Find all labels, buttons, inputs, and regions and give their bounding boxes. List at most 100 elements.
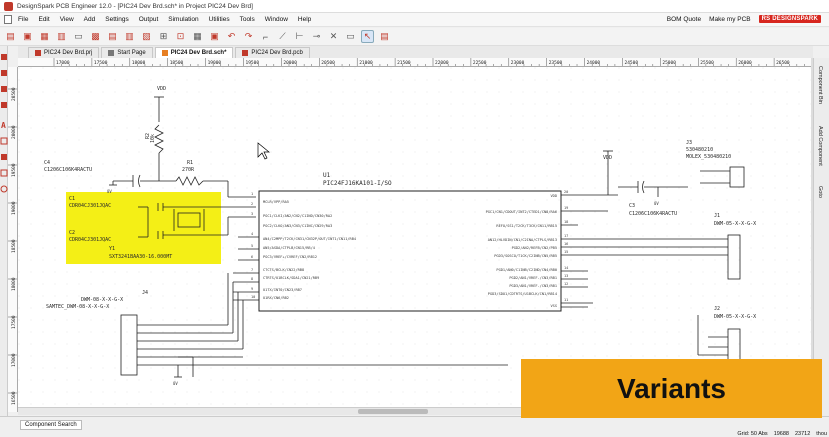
tab-pcb[interactable]: PIC24 Dev Brd.pcb <box>235 47 310 58</box>
pin-num-4: 4 <box>251 232 253 236</box>
r1-value: 270R <box>182 167 195 173</box>
pin-num-14: 14 <box>564 266 568 270</box>
y-readout: 23712 <box>794 431 811 437</box>
ruler-left-label: 20500 <box>11 87 17 101</box>
gnd-label-c3: 0V <box>654 201 659 206</box>
j3-ref: J3 <box>686 140 692 146</box>
bom-quote-link[interactable]: BOM Quote <box>667 16 701 23</box>
cut-icon[interactable]: ▤ <box>106 30 119 43</box>
tab-project[interactable]: PIC24 Dev Brd.prj <box>28 47 100 58</box>
menu-bar: File Edit View Add Settings Output Simul… <box>0 13 829 27</box>
c2-value: CDR04CJ301JQAC <box>69 237 111 243</box>
ruler-top-label: 18000 <box>132 60 146 66</box>
ic-pin-left-2: PGC1/CLKI/AN2/CN2/C1IND/CN30/RA2 <box>263 214 332 218</box>
library-icon[interactable]: ▥ <box>55 30 68 43</box>
c1-ref: C1 <box>69 196 75 202</box>
zoom-icon[interactable]: ⊞ <box>157 30 170 43</box>
grid-icon[interactable]: ▦ <box>191 30 204 43</box>
schematic-canvas[interactable]: VDD R2 10k R1 270R C4 C1206C106K4RACTU C… <box>18 67 811 407</box>
y1-ref: Y1 <box>109 246 115 252</box>
ruler-top-label: 18500 <box>170 60 184 66</box>
ruler-top-label: 22000 <box>435 60 449 66</box>
tool-bus-icon <box>1 102 7 108</box>
goto-tab[interactable]: Goto <box>817 186 823 198</box>
redo-icon[interactable]: ↷ <box>242 30 255 43</box>
undo-icon[interactable]: ↶ <box>225 30 238 43</box>
page-icon <box>108 50 115 56</box>
title-bar: DesignSpark PCB Engineer 12.0 - [PIC24 D… <box>0 0 829 13</box>
ic-pin-right-7: PGD1/AN0/C1INB/C2IND/CN4/RB0 <box>496 268 557 272</box>
status-readouts: Grid: 50 Abs 19688 23712 thou <box>737 431 827 437</box>
ic-pin-left-9: U1TX/INT0/CN23/RB7 <box>263 288 302 292</box>
new-design-icon[interactable]: ▣ <box>21 30 34 43</box>
more-tools-icon[interactable]: ▤ <box>378 30 391 43</box>
pin-num-10: 10 <box>251 295 255 299</box>
c3-ref: C3 <box>629 203 635 209</box>
pin-num-6: 6 <box>251 255 253 259</box>
new-file-icon[interactable]: ▤ <box>4 30 17 43</box>
component-search-tab[interactable]: Component Search <box>20 420 82 430</box>
pin-num-9: 9 <box>251 287 253 291</box>
ic-pin-right-8: PGD2/AN1/VREF-/CN3/RB1 <box>509 276 557 280</box>
ic-pin-left-3: PGC2/CLKO/AN3/CN3/C1INC/CN29/RA3 <box>263 224 332 228</box>
variants-banner: Variants <box>521 359 822 418</box>
j1-value: DWM-05-X-X-G-X <box>714 221 756 227</box>
j4-value: DWM-08-X-X-G-X <box>81 297 123 303</box>
properties-icon[interactable]: ▭ <box>344 30 357 43</box>
component-bin-tab[interactable]: Component Bin <box>817 66 823 104</box>
pin-num-20: 20 <box>564 190 568 194</box>
ruler-top-label: 17000 <box>56 60 70 66</box>
select-icon[interactable]: ↖ <box>361 30 374 43</box>
ic-pin-right-2: PGC1/CN1/CDOUT/INT2/CTED1/CN8/RA6 <box>486 210 557 214</box>
tool-circle-icon <box>0 185 8 193</box>
via-icon[interactable]: ⊸ <box>310 30 323 43</box>
menu-simulation[interactable]: Simulation <box>168 16 198 23</box>
pin-num-17: 17 <box>564 234 568 238</box>
bus-icon[interactable]: ⊢ <box>293 30 306 43</box>
save-icon[interactable]: ▭ <box>72 30 85 43</box>
ic-pin-right-5: PGD2/AN2/REFB/CN2/PB5 <box>512 246 557 250</box>
units-readout: thou <box>816 431 827 437</box>
menu-settings[interactable]: Settings <box>105 16 129 23</box>
pin-num-5: 5 <box>251 244 253 248</box>
ic-pin-left-6: PGC3/VREF+/CVREF/CN2/RB12 <box>263 255 317 259</box>
ic-pin-right-1: VDD <box>551 194 558 198</box>
wire-icon[interactable]: ⌐ <box>259 30 272 43</box>
tab-start-page[interactable]: Start Page <box>101 47 153 58</box>
menu-help[interactable]: Help <box>298 16 311 23</box>
ruler-top-label: 21500 <box>397 60 411 66</box>
ruler-top-label: 21000 <box>359 60 373 66</box>
menu-output[interactable]: Output <box>139 16 159 23</box>
menu-tools[interactable]: Tools <box>240 16 255 23</box>
menu-edit[interactable]: Edit <box>38 16 49 23</box>
menu-view[interactable]: View <box>60 16 74 23</box>
menu-add[interactable]: Add <box>84 16 96 23</box>
tool-select-icon <box>1 54 7 60</box>
r2-value: 10k <box>150 134 156 143</box>
delete-icon[interactable]: ✕ <box>327 30 340 43</box>
tab-schematic[interactable]: PIC24 Dev Brd.sch* <box>154 47 234 58</box>
zoom-fit-icon[interactable]: ⊡ <box>174 30 187 43</box>
copy-icon[interactable]: ▥ <box>123 30 136 43</box>
paste-icon[interactable]: ▧ <box>140 30 153 43</box>
pin-num-19: 19 <box>564 206 568 210</box>
pin-num-7: 7 <box>251 268 253 272</box>
ruler-top-label: 26500 <box>776 60 790 66</box>
add-component-tab[interactable]: Add Component <box>817 126 823 166</box>
make-my-pcb-link[interactable]: Make my PCB <box>709 16 751 23</box>
horizontal-scroll-thumb[interactable] <box>358 409 428 414</box>
ic-pin-left-5: AN5/ASDA/CTPLB/CN15/RB/4 <box>263 246 315 250</box>
pin-num-11: 11 <box>564 298 568 302</box>
left-tool-icons: A <box>0 54 8 193</box>
pin-num-2: 2 <box>251 202 253 206</box>
route-icon[interactable]: ⟋ <box>276 30 289 43</box>
menu-file[interactable]: File <box>18 16 28 23</box>
print-icon[interactable]: ▩ <box>89 30 102 43</box>
menu-utilities[interactable]: Utilities <box>209 16 230 23</box>
y1-value: SXT3241BAA30-16.000MT <box>109 254 172 260</box>
open-folder-icon[interactable]: ▦ <box>38 30 51 43</box>
ruler-top-label: 25500 <box>700 60 714 66</box>
j4-ref: J4 <box>142 290 148 296</box>
menu-window[interactable]: Window <box>265 16 288 23</box>
window-icon[interactable]: ▣ <box>208 30 221 43</box>
